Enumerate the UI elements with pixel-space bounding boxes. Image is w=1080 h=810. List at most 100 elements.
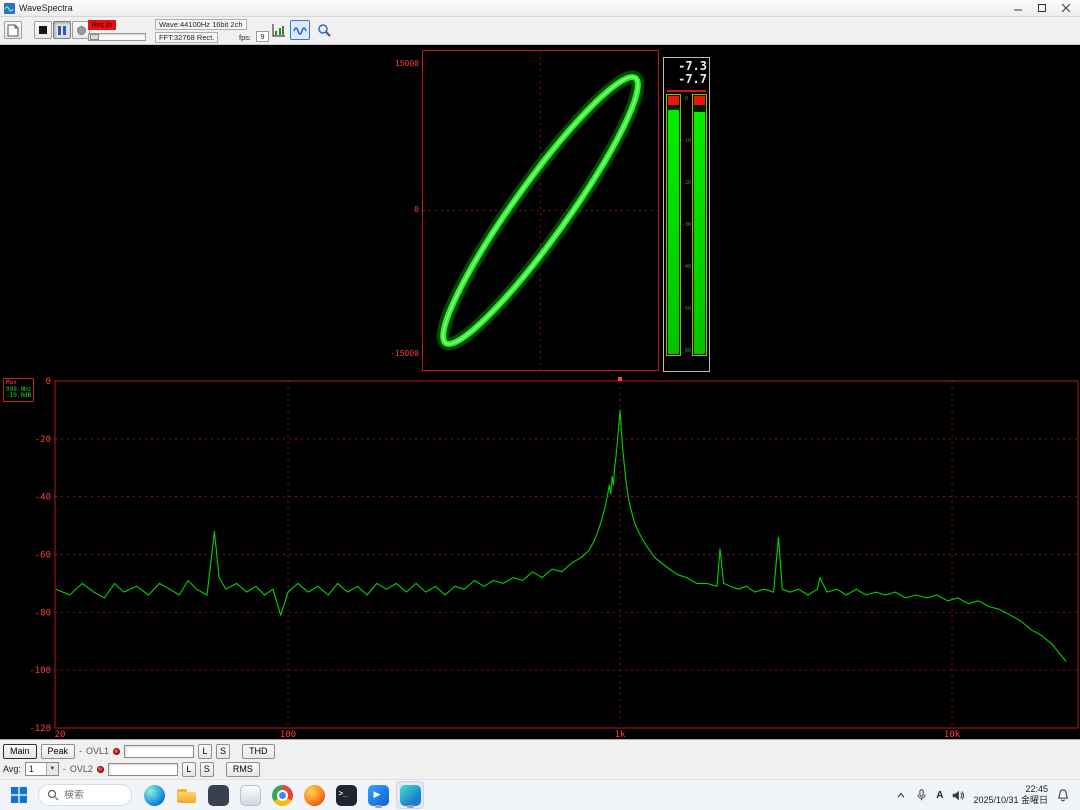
clip-line — [667, 90, 706, 92]
scope-panel: 15000 0 -15000 -7.3 -7.7 0-10-20-30-40-5… — [0, 45, 1080, 376]
app-dark-icon — [208, 785, 229, 806]
graph-view-button[interactable] — [268, 20, 288, 40]
taskbar-icon-edge[interactable] — [140, 781, 168, 809]
caption-buttons — [1006, 0, 1078, 17]
meter-scale-label: -30 — [682, 222, 691, 228]
thd-button[interactable]: THD — [242, 744, 275, 759]
chrome-icon — [272, 785, 293, 806]
s-button-2[interactable]: S — [200, 762, 214, 777]
svg-text:-20: -20 — [35, 435, 51, 445]
taskbar-icon-app-gray[interactable] — [236, 781, 264, 809]
ovl2-led — [97, 766, 104, 773]
microphone-icon[interactable] — [915, 788, 928, 802]
close-icon — [1062, 4, 1070, 12]
spectrum-plot[interactable]: 0-20-40-60-80-100-120201001k10k — [0, 376, 1080, 739]
level-fill-right — [694, 112, 705, 354]
maximize-icon — [1038, 4, 1046, 12]
input-level-slider[interactable] — [88, 33, 146, 41]
l-button-2[interactable]: L — [182, 762, 196, 777]
slider-thumb[interactable] — [90, 34, 99, 40]
fft-settings-status: FFT:32768 Rect. — [155, 32, 218, 43]
rms-button[interactable]: RMS — [226, 762, 260, 777]
start-button[interactable] — [6, 782, 32, 808]
app-gray-icon — [240, 785, 261, 806]
speaker-icon[interactable] — [951, 789, 965, 802]
meter-scale-label: -20 — [682, 180, 691, 186]
wave-format-status: Wave:44100Hz 16bit 2ch — [155, 19, 247, 30]
taskbar-icon-chrome[interactable] — [268, 781, 296, 809]
ovl2-field[interactable] — [108, 763, 178, 776]
avg-value: 1 — [26, 764, 46, 774]
taskbar-search[interactable] — [38, 784, 132, 806]
level-meter: -7.3 -7.7 0-10-20-30-40-50-60 — [663, 57, 710, 372]
fps-label: fps: — [239, 33, 251, 42]
stop-button[interactable] — [34, 21, 52, 39]
avg-select[interactable]: 1 ▼ — [25, 762, 59, 776]
edge-icon — [144, 785, 165, 806]
taskbar-icon-media-blue[interactable] — [364, 781, 392, 809]
svg-text:100: 100 — [280, 730, 296, 739]
meter-scale-label: -40 — [682, 264, 691, 270]
taskbar-icon-terminal[interactable] — [332, 781, 360, 809]
control-bar: Main Peak - OVL1 L S THD Avg: 1 ▼ - OVL2… — [0, 739, 1080, 779]
ovl1-field[interactable] — [124, 745, 194, 758]
clock-date: 2025/10/31 金曜日 — [973, 795, 1048, 806]
minimize-button[interactable] — [1006, 0, 1030, 16]
l-button-1[interactable]: L — [198, 744, 212, 759]
lissajous-axis-label-zero: 0 — [383, 205, 419, 214]
taskbar-icon-app-orange[interactable] — [300, 781, 328, 809]
app-icon — [4, 3, 15, 14]
taskbar-icon-folder[interactable] — [172, 781, 200, 809]
meter-scale-label: -10 — [682, 138, 691, 144]
lissajous-axis-label-max: 15000 — [383, 59, 419, 68]
record-icon — [77, 26, 86, 35]
terminal-icon — [336, 785, 357, 806]
waveform-view-button[interactable] — [290, 20, 310, 40]
taskbar-app-icons — [140, 781, 424, 809]
stop-icon — [39, 26, 47, 34]
meter-bar-left — [666, 94, 681, 356]
svg-text:-120: -120 — [29, 724, 51, 734]
svg-text:20: 20 — [55, 730, 66, 739]
pause-icon — [58, 26, 61, 35]
open-app-indicator — [407, 805, 414, 808]
svg-text:-80: -80 — [35, 608, 51, 618]
taskbar-icon-media-teal[interactable] — [396, 781, 424, 809]
ovl1-led — [113, 748, 120, 755]
level-fill-left — [668, 110, 679, 354]
peak-button[interactable]: Peak — [41, 744, 76, 759]
magnifier-gear-icon — [317, 23, 332, 38]
meter-right-db: -7.7 — [666, 73, 707, 86]
taskbar-icon-app-dark[interactable] — [204, 781, 232, 809]
lissajous-display — [422, 50, 659, 371]
notifications-bell-icon[interactable] — [1056, 788, 1070, 803]
system-tray: A 22:45 2025/10/31 金曜日 — [895, 784, 1074, 806]
ime-indicator[interactable]: A — [936, 790, 943, 801]
pause-button[interactable] — [53, 21, 71, 39]
s-button-1[interactable]: S — [216, 744, 230, 759]
titlebar: WaveSpectra — [0, 0, 1080, 17]
maximize-button[interactable] — [1030, 0, 1054, 16]
windows-logo-icon — [11, 787, 27, 803]
main-button[interactable]: Main — [3, 744, 37, 759]
clip-zone-left — [668, 96, 679, 105]
close-button[interactable] — [1054, 0, 1078, 16]
graph-icon — [271, 23, 286, 38]
ovl1-label: OVL1 — [86, 746, 109, 756]
wavespectra-window: WaveSpectra Rec.In Wave:441 — [0, 0, 1080, 810]
peak-readout-level: -10.0dB — [6, 393, 31, 400]
lissajous-plot — [423, 51, 658, 370]
settings-button[interactable] — [314, 20, 334, 40]
meter-scale: 0-10-20-30-40-50-60 — [681, 94, 692, 356]
meter-scale-label: 0 — [685, 96, 688, 102]
lissajous-axis-label-min: -15000 — [383, 349, 419, 358]
open-file-button[interactable] — [4, 21, 22, 39]
meter-scale-label: -50 — [682, 306, 691, 312]
media-blue-icon — [368, 785, 389, 806]
search-input[interactable] — [64, 790, 116, 801]
clip-zone-right — [694, 96, 705, 105]
dash-label-2: - — [63, 764, 66, 774]
hidden-icons-chevron-icon[interactable] — [895, 790, 907, 800]
taskbar-clock[interactable]: 22:45 2025/10/31 金曜日 — [973, 784, 1048, 806]
open-app-indicator — [375, 805, 382, 808]
